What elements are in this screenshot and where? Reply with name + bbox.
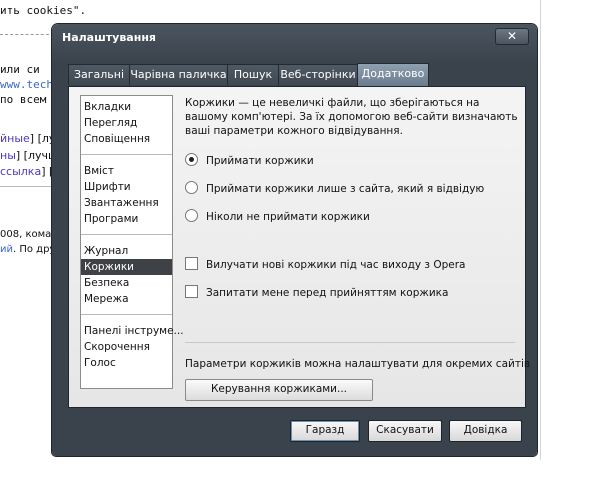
checkbox-icon: [185, 257, 198, 270]
dialog-title: Налаштування: [62, 31, 156, 44]
sidebar-item-notifications[interactable]: Сповіщення: [81, 131, 172, 147]
checkbox-ask-before-accepting[interactable]: Запитати мене перед прийняттям коржика: [185, 285, 448, 301]
radio-label: Приймати коржики лише з сайта, який я ві…: [206, 183, 485, 195]
checkbox-label: Вилучати нові коржики під час виходу з O…: [206, 259, 466, 271]
radio-label: Ніколи не приймати коржики: [206, 211, 370, 223]
sidebar-item-voice[interactable]: Голос: [81, 355, 172, 371]
sidebar-item-content[interactable]: Вміст: [81, 163, 172, 179]
background-code-line: или си: [0, 63, 40, 76]
sidebar-item-fonts[interactable]: Шрифти: [81, 179, 172, 195]
background-code-line: ить cookies".: [0, 4, 87, 17]
sidebar-item-history[interactable]: Журнал: [81, 243, 172, 259]
sidebar-item-programs[interactable]: Програми: [81, 211, 172, 227]
checkbox-label: Запитати мене перед прийняттям коржика: [206, 287, 449, 299]
background-link-line: ны] [лучш: [0, 149, 58, 162]
background-link[interactable]: йные: [0, 132, 30, 145]
background-link[interactable]: ий: [0, 244, 13, 255]
advanced-settings-panel: Вкладки Перегляд Сповіщення Вміст Шрифти…: [68, 86, 530, 408]
settings-category-list: Вкладки Перегляд Сповіщення Вміст Шрифти…: [80, 95, 184, 389]
radio-checked-icon: [185, 153, 198, 166]
ok-button[interactable]: Гаразд: [290, 420, 360, 442]
tab-search[interactable]: Пошук: [227, 64, 279, 85]
divider: [0, 186, 54, 187]
background-text-line: 008, коман: [0, 229, 58, 240]
sidebar-item-network[interactable]: Мережа: [81, 291, 172, 307]
tab-general[interactable]: Загальні: [68, 64, 130, 85]
background-link[interactable]: ны: [0, 149, 16, 162]
site-cookie-note: Параметри коржиків можна налаштувати для…: [185, 358, 531, 370]
radio-never-accept-cookies[interactable]: Ніколи не приймати коржики: [185, 209, 370, 225]
radio-accept-cookies[interactable]: Приймати коржики: [185, 153, 314, 169]
radio-unchecked-icon: [185, 181, 198, 194]
background-code-line: по всем: [0, 93, 47, 106]
help-button[interactable]: Довідка: [449, 420, 522, 442]
background-link-line: йные] [лу: [0, 132, 55, 145]
close-button[interactable]: ✕: [495, 28, 529, 45]
checkbox-icon: [185, 285, 198, 298]
list-divider: [81, 154, 172, 155]
sidebar-item-browsing[interactable]: Перегляд: [81, 115, 172, 131]
manage-cookies-button[interactable]: Керування коржиками...: [185, 379, 373, 401]
tab-web-pages[interactable]: Веб-сторінки: [278, 64, 358, 85]
tab-advanced[interactable]: Додатково: [357, 63, 429, 86]
radio-unchecked-icon: [185, 209, 198, 222]
sidebar-item-downloads[interactable]: Звантаження: [81, 195, 172, 211]
sidebar-item-security[interactable]: Безпека: [81, 275, 172, 291]
radio-label: Приймати коржики: [206, 155, 314, 167]
list-divider: [81, 314, 172, 315]
preferences-dialog: Налаштування ✕ Загальні Чарівна паличка …: [52, 24, 537, 456]
radio-accept-visited-site-cookies[interactable]: Приймати коржики лише з сайта, який я ві…: [185, 181, 484, 197]
checkbox-delete-on-exit[interactable]: Вилучати нові коржики під час виходу з O…: [185, 257, 465, 273]
cookies-description: Коржики — це невеличкі файли, що зберіга…: [185, 97, 518, 137]
tab-magic-wand[interactable]: Чарівна паличка: [129, 64, 228, 85]
background-link[interactable]: ссылка: [0, 165, 41, 178]
sidebar-item-tabs[interactable]: Вкладки: [81, 99, 172, 115]
dashed-divider: [0, 34, 54, 35]
sidebar-item-toolbars[interactable]: Панелі інструме...: [81, 323, 184, 339]
section-divider: [185, 342, 515, 343]
close-icon: ✕: [506, 29, 518, 43]
background-link-line: ссылка] [: [0, 165, 53, 178]
list-divider: [81, 234, 172, 235]
sidebar-item-cookies[interactable]: Коржики: [81, 259, 172, 275]
cancel-button[interactable]: Скасувати: [368, 420, 442, 442]
sidebar-item-shortcuts[interactable]: Скорочення: [81, 339, 172, 355]
background-url[interactable]: www.tech: [0, 78, 53, 91]
